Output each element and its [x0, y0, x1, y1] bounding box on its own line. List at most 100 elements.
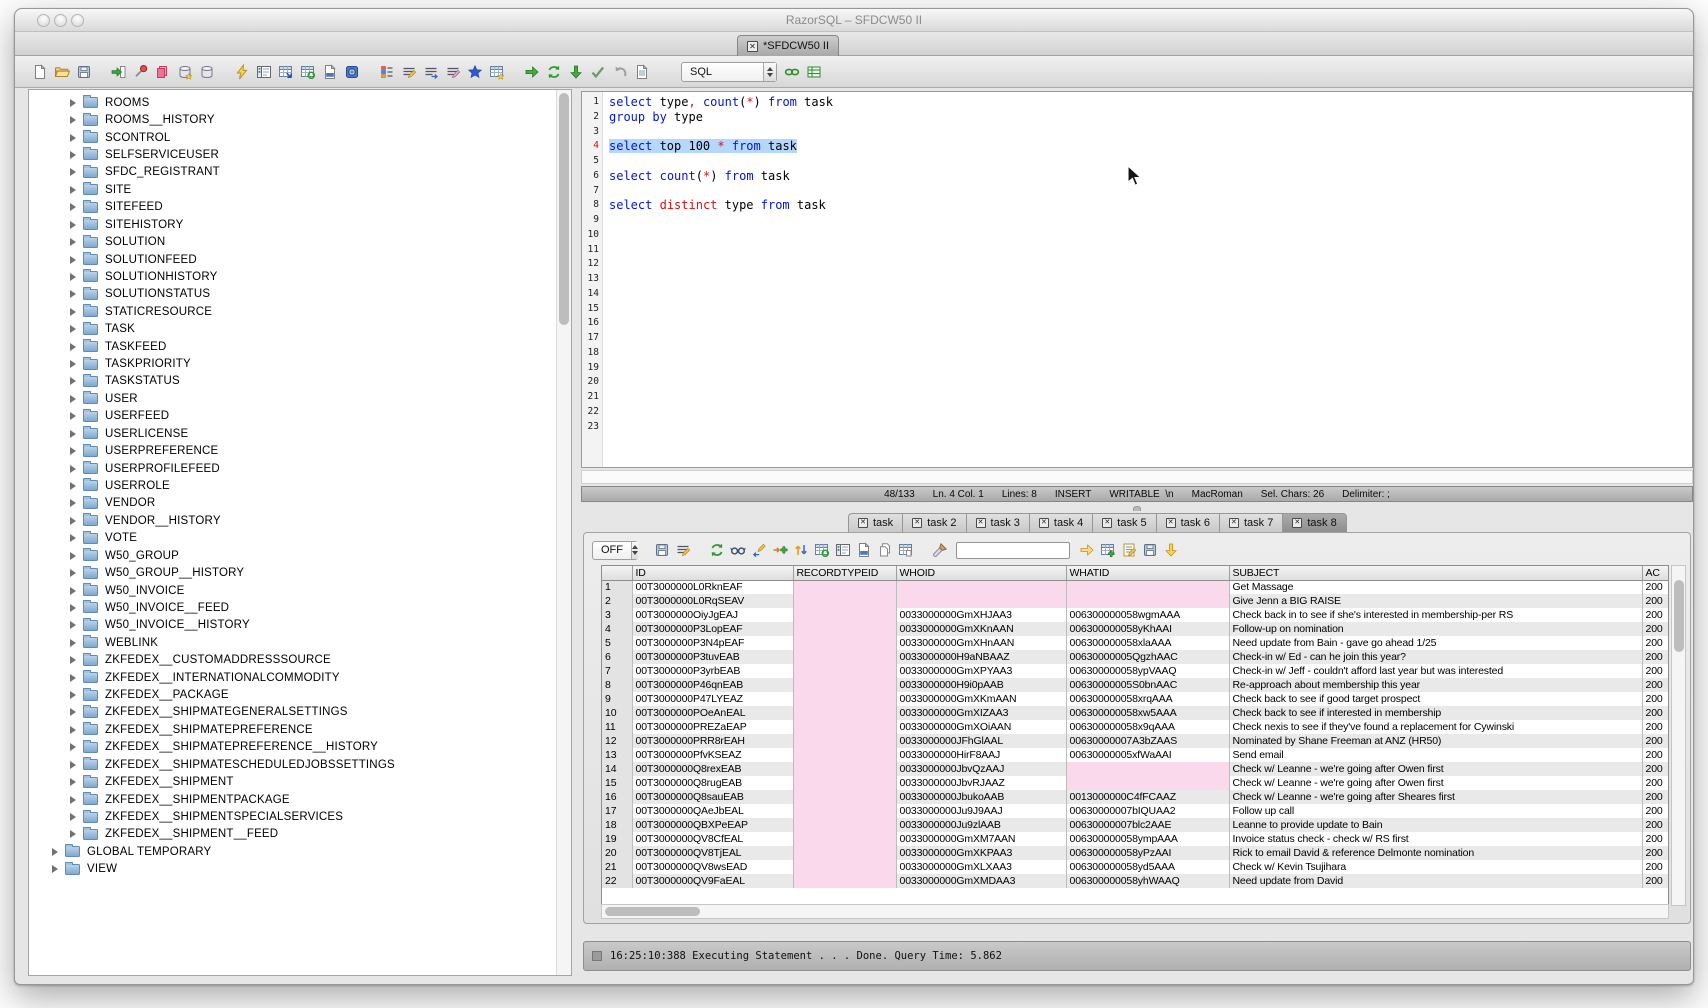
- table-cell[interactable]: 0013000000C4fFCAAZ: [1066, 790, 1229, 804]
- close-tab-icon[interactable]: [1039, 518, 1049, 528]
- result-tab-task-3[interactable]: task 3: [966, 513, 1029, 533]
- arrow-down-yellow-icon[interactable]: [1160, 540, 1181, 561]
- filter-edit-icon[interactable]: [672, 540, 693, 561]
- edit-pencil-icon[interactable]: [442, 61, 464, 83]
- table-row[interactable]: 1900T3000000QV8CfEAL0033000000GmXM7AAN00…: [602, 832, 1668, 846]
- table-cell[interactable]: 00T3000000QV9FaEAL: [632, 874, 793, 888]
- column-list-icon[interactable]: [376, 61, 398, 83]
- table-cell[interactable]: 200: [1642, 734, 1668, 748]
- validate-check-icon[interactable]: [587, 61, 609, 83]
- table-row[interactable]: 2200T3000000QV9FaEAL0033000000GmXMDAA300…: [602, 874, 1668, 888]
- table-row[interactable]: 1700T3000000QAeJbEAL0033000000Ju9J9AAJ00…: [602, 804, 1668, 818]
- tree-item-zkfedex-internationalcommodity[interactable]: ZKFEDEX__INTERNATIONALCOMMODITY: [29, 669, 555, 686]
- database-icon[interactable]: [196, 61, 218, 83]
- table-cell[interactable]: Give Jenn a BIG RAISE: [1229, 594, 1642, 608]
- expand-triangle-icon[interactable]: [70, 656, 76, 664]
- expand-triangle-icon[interactable]: [52, 865, 58, 873]
- table-row[interactable]: 600T3000000P3tuvEAB0033000000H9aNBAAZ006…: [602, 650, 1668, 664]
- column-header-ac[interactable]: AC: [1642, 566, 1668, 580]
- table-row[interactable]: 200T3000000L0RqSEAVGive Jenn a BIG RAISE…: [602, 594, 1668, 608]
- tree-scrollbar-thumb[interactable]: [559, 93, 569, 325]
- expand-triangle-icon[interactable]: [70, 151, 76, 159]
- table-cell[interactable]: Check nexis to see if they've found a re…: [1229, 720, 1642, 734]
- notepad-edit-icon[interactable]: [1118, 540, 1139, 561]
- table-cell[interactable]: Check-in w/ Ed - can he join this year?: [1229, 650, 1642, 664]
- table-cell[interactable]: [1066, 776, 1229, 790]
- table-cell[interactable]: 00630000007A3bZAAS: [1066, 734, 1229, 748]
- tree-item-zkfedex-shipmatepreference[interactable]: ZKFEDEX__SHIPMATEPREFERENCE: [29, 721, 555, 738]
- expand-triangle-icon[interactable]: [70, 221, 76, 229]
- table-cell[interactable]: 00T3000000L0RknEAF: [632, 580, 793, 594]
- tree-item-solution[interactable]: SOLUTION: [29, 233, 555, 250]
- tree-item-global-temporary[interactable]: GLOBAL TEMPORARY: [29, 843, 555, 860]
- table-row[interactable]: 2000T3000000QV8TjEAL0033000000GmXKPAA300…: [602, 846, 1668, 860]
- form-view-icon[interactable]: [832, 540, 853, 561]
- zoom-window-icon[interactable]: [71, 14, 84, 27]
- expand-triangle-icon[interactable]: [70, 708, 76, 716]
- table-cell[interactable]: 006300000058wgmAAA: [1066, 608, 1229, 622]
- table-cell[interactable]: 00630000005xfWaAAI: [1066, 748, 1229, 762]
- table-cell[interactable]: 200: [1642, 860, 1668, 874]
- tree-item-site[interactable]: SITE: [29, 181, 555, 198]
- expand-triangle-icon[interactable]: [70, 604, 76, 612]
- expand-triangle-icon[interactable]: [70, 308, 76, 316]
- sql-editor[interactable]: 1234567891011121314151617181920212223 se…: [581, 91, 1693, 468]
- table-row[interactable]: 1800T3000000QBXPeEAP0033000000Ju9zlAAB00…: [602, 818, 1668, 832]
- table-cell[interactable]: 200: [1642, 594, 1668, 608]
- table-cell[interactable]: 0033000000JbvQzAAJ: [896, 762, 1066, 776]
- expand-triangle-icon[interactable]: [70, 743, 76, 751]
- table-cell[interactable]: 0033000000GmXMDAA3: [896, 874, 1066, 888]
- table-cell[interactable]: 0033000000GmXKPAA3: [896, 846, 1066, 860]
- favorites-star-icon[interactable]: [464, 61, 486, 83]
- table-cell[interactable]: 00T3000000QBXPeEAP: [632, 818, 793, 832]
- table-cell[interactable]: [1066, 580, 1229, 594]
- table-cell[interactable]: 00T3000000QV8TjEAL: [632, 846, 793, 860]
- table-cell[interactable]: 00630000005QgzhAAC: [1066, 650, 1229, 664]
- table-cell[interactable]: 200: [1642, 622, 1668, 636]
- sort-arrows-icon[interactable]: [790, 540, 811, 561]
- table-cell[interactable]: 00T3000000OiyJgEAJ: [632, 608, 793, 622]
- table-cell[interactable]: 00T3000000Q8sauEAB: [632, 790, 793, 804]
- expand-triangle-icon[interactable]: [70, 203, 76, 211]
- table-cell[interactable]: [793, 692, 896, 706]
- table-cell[interactable]: [1066, 594, 1229, 608]
- expand-triangle-icon[interactable]: [70, 412, 76, 420]
- table-cell[interactable]: 0033000000GmXHnAAN: [896, 636, 1066, 650]
- table-cell[interactable]: 200: [1642, 664, 1668, 678]
- tree-item-userrole[interactable]: USERROLE: [29, 477, 555, 494]
- table-cell[interactable]: Check w/ Kevin Tsujihara: [1229, 860, 1642, 874]
- book-compass-icon[interactable]: [341, 61, 363, 83]
- auto-commit-select[interactable]: OFF: [592, 541, 638, 560]
- expand-triangle-icon[interactable]: [70, 186, 76, 194]
- expand-triangle-icon[interactable]: [70, 273, 76, 281]
- expand-triangle-icon[interactable]: [70, 796, 76, 804]
- run-arrow-icon[interactable]: [521, 61, 543, 83]
- column-header[interactable]: [602, 566, 632, 580]
- table-cell[interactable]: 0033000000H9i0pAAB: [896, 678, 1066, 692]
- column-header-whoid[interactable]: WHOID: [896, 566, 1066, 580]
- expand-triangle-icon[interactable]: [70, 99, 76, 107]
- table-copy-icon[interactable]: [895, 540, 916, 561]
- tree-item-w50-invoice-feed[interactable]: W50_INVOICE__FEED: [29, 599, 555, 616]
- table-cell[interactable]: 0033000000Ju9zlAAB: [896, 818, 1066, 832]
- tree-item-vote[interactable]: VOTE: [29, 530, 555, 547]
- table-cell[interactable]: 200: [1642, 846, 1668, 860]
- table-cell[interactable]: [793, 874, 896, 888]
- tree-item-rooms[interactable]: ROOMS: [29, 94, 555, 111]
- table-cell[interactable]: Need update from Bain - gave go ahead 1/…: [1229, 636, 1642, 650]
- edit-arrow-icon[interactable]: [748, 540, 769, 561]
- table-cell[interactable]: 200: [1642, 636, 1668, 650]
- expand-triangle-icon[interactable]: [70, 830, 76, 838]
- table-cell[interactable]: 200: [1642, 706, 1668, 720]
- table-cell[interactable]: 00T3000000Q8rexEAB: [632, 762, 793, 776]
- copy-docs-icon[interactable]: [874, 540, 895, 561]
- chain-links-icon[interactable]: [781, 61, 803, 83]
- table-row[interactable]: 300T3000000OiyJgEAJ0033000000GmXHJAA3006…: [602, 608, 1668, 622]
- arrow-orange-icon[interactable]: [1076, 540, 1097, 561]
- table-cell[interactable]: [793, 790, 896, 804]
- save-icon[interactable]: [651, 540, 672, 561]
- table-add-icon[interactable]: [1097, 540, 1118, 561]
- table-cell[interactable]: 0033000000GmXKmAAN: [896, 692, 1066, 706]
- close-tab-icon[interactable]: [1229, 518, 1239, 528]
- column-header-recordtypeid[interactable]: RECORDTYPEID: [793, 566, 896, 580]
